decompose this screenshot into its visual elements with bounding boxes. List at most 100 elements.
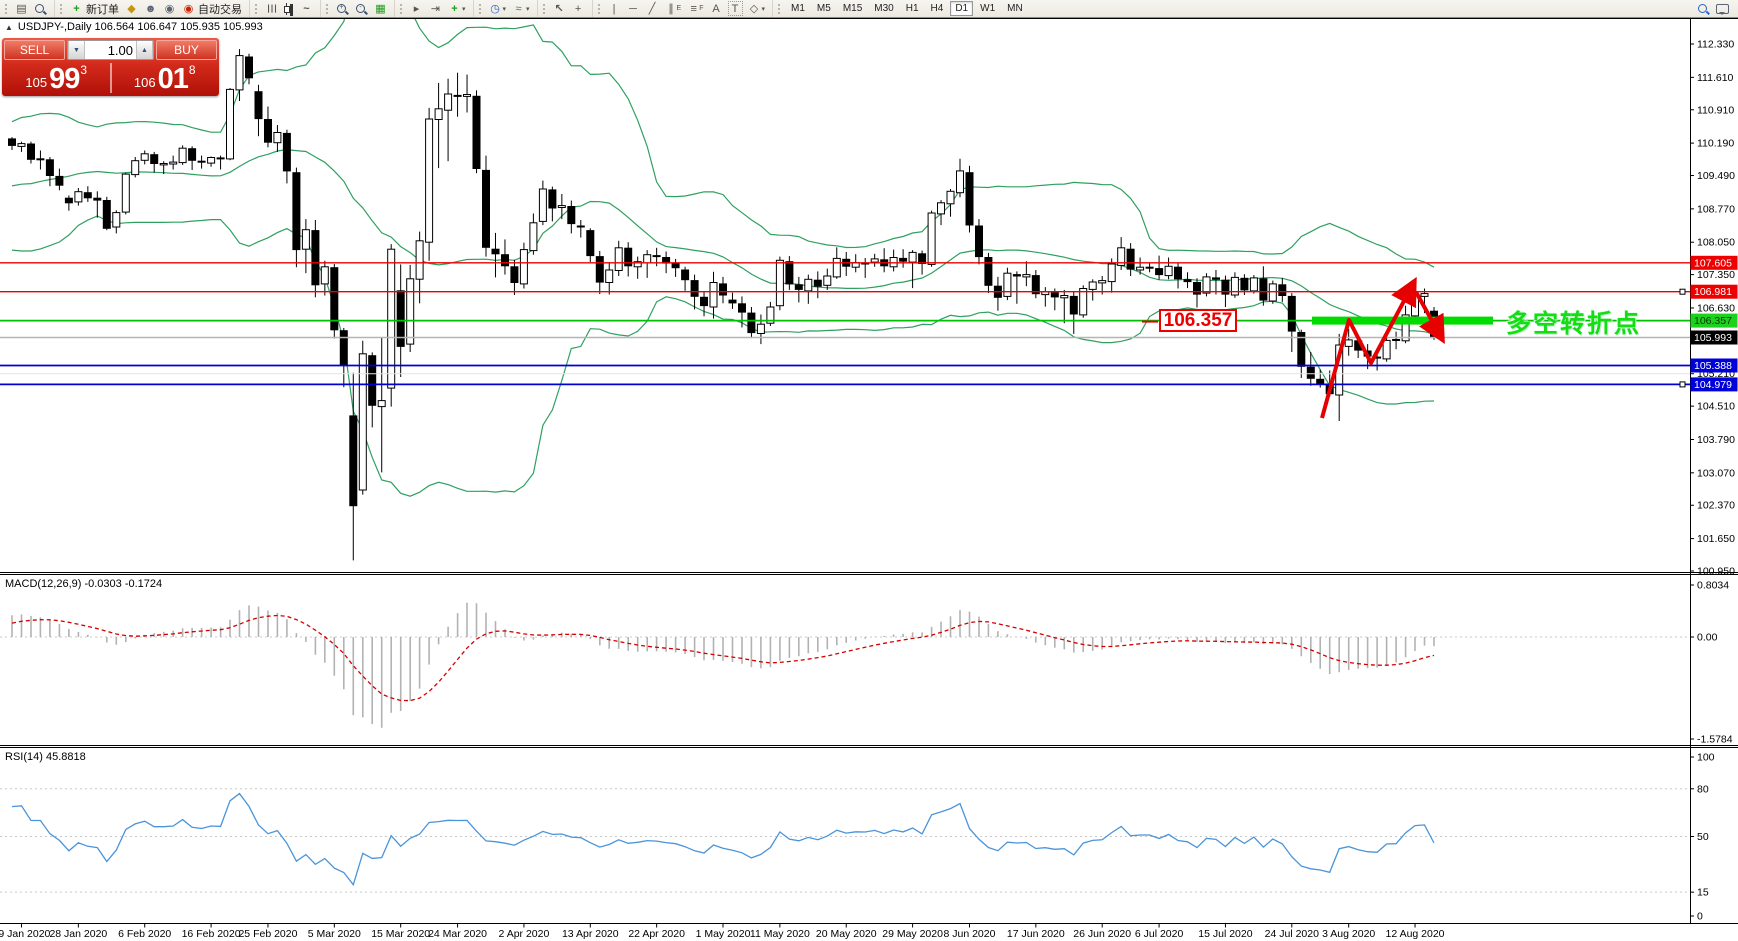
candle [947,191,954,204]
timeframe-h1[interactable]: H1 [901,1,924,16]
fibonacci-icon[interactable]: ≡F [685,1,705,16]
zoom-out-icon[interactable]: - [353,1,370,16]
data-window-icon[interactable] [32,1,49,16]
candle [1307,367,1314,378]
candle [132,161,139,175]
candle [378,401,385,407]
candle [283,133,290,171]
timeframe-h4[interactable]: H4 [926,1,949,16]
tile-windows-icon[interactable]: ▦ [372,1,389,16]
styler-icon[interactable]: ◆ [123,1,140,16]
pivot-green-bar[interactable] [1312,317,1493,325]
bar-chart-icon[interactable]: ☰ [263,1,280,16]
chart-list-icon[interactable]: ▤ [13,1,30,16]
date-label: 6 Jul 2020 [1135,928,1184,940]
rsi-tick-label: 80 [1697,783,1709,795]
alerts-icon[interactable]: ◉ [161,1,178,16]
volume-input[interactable] [85,41,136,59]
channel-icon[interactable]: ∥E [663,1,684,16]
timeframe-m30[interactable]: M30 [869,1,898,16]
candle [672,264,679,268]
label-icon[interactable]: T [727,1,744,16]
indicators-icon[interactable]: ≈▾ [510,1,532,16]
candle [236,56,243,90]
price-tick-label: 108.050 [1697,237,1735,249]
auto-scroll-icon[interactable]: ▸ [408,1,425,16]
cursor-icon[interactable]: ↖ [551,1,568,16]
shapes-icon[interactable]: ◇▾ [746,1,768,16]
candle-glyph [284,3,294,15]
trendline-icon[interactable]: ╱ [644,1,661,16]
zoom-in-icon[interactable]: + [334,1,351,16]
rsi-tick-label: 100 [1697,752,1715,764]
line-selection-handle[interactable] [1680,382,1685,387]
symbol-header: ▲ USDJPY-,Daily 106.564 106.647 105.935 … [5,21,263,33]
chevron-down-icon: ▾ [462,5,466,13]
search-icon [1698,4,1707,13]
price-tick-label: 111.610 [1697,72,1734,84]
autotrading-button[interactable]: ◉自动交易 [180,1,244,16]
chart-shift-icon[interactable]: ⇥ [427,1,444,16]
date-label: 24 Mar 2020 [428,928,487,940]
crosshair-icon[interactable]: + [570,1,587,16]
candle [369,356,376,406]
bollinger-lower-band [12,216,1434,496]
buy-price[interactable]: 106 01 8 [113,61,218,94]
toolbar-group-scroll: ▸⇥+▾ [394,0,473,17]
new-chart-icon[interactable]: +▾ [446,1,468,16]
price-tick-label: 108.770 [1697,203,1735,215]
vertical-line-icon[interactable]: | [606,1,623,16]
timeframe-d1[interactable]: D1 [950,1,973,16]
candlestick-chart-icon[interactable] [282,1,296,16]
price-tick-label: 107.350 [1697,269,1735,281]
chat-icon[interactable] [1714,1,1731,16]
bubble-glyph [1716,4,1729,14]
timeframe-w1[interactable]: W1 [975,1,1000,16]
chevron-down-icon: ▾ [526,5,530,13]
text-icon[interactable]: A [708,1,725,16]
candle [1383,340,1390,359]
text-icon: A [710,2,723,15]
profiles-icon[interactable]: ☻ [142,1,159,16]
sell-price[interactable]: 105 99 3 [4,61,109,94]
candle [1089,282,1096,289]
candle [1175,267,1182,279]
timeframe-m15[interactable]: M15 [838,1,867,16]
date-label: 24 Jul 2020 [1265,928,1319,940]
chart-canvas[interactable]: 112.330111.610110.910110.190109.490108.7… [0,18,1738,941]
toolbar-group-timeframes: M1M5M15M30H1H4D1W1MN [772,0,1033,17]
collapse-panel-icon[interactable]: ▲ [5,23,13,32]
candle [113,213,120,227]
price-annotation-box[interactable]: 106.357 [1159,309,1237,332]
line-selection-handle[interactable] [1680,289,1685,294]
candle [1013,275,1020,276]
symbol-ohlc-text: USDJPY-,Daily 106.564 106.647 105.935 10… [18,21,263,33]
price-line-label: 105.388 [1694,360,1732,372]
sell-button[interactable]: SELL [4,40,65,60]
pivot-note-text[interactable]: 多空转折点 [1506,304,1641,340]
search-icon[interactable] [1695,1,1712,16]
candle [28,144,35,159]
candle [786,262,793,284]
candle [558,206,565,208]
timeframe-mn[interactable]: MN [1002,1,1028,16]
price-tick-label: 102.370 [1697,500,1735,512]
periods-icon[interactable]: ◷▾ [487,1,509,16]
buy-button[interactable]: BUY [156,40,217,60]
date-label: 17 Jun 2020 [1007,928,1065,940]
horizontal-line-icon[interactable]: ─ [625,1,642,16]
data-window-icon [35,4,44,13]
price-line-label: 106.357 [1694,315,1732,327]
date-label: 26 Jun 2020 [1073,928,1131,940]
candle [151,155,158,164]
volume-down-button[interactable]: ▼ [68,41,85,59]
price-tick-label: 112.330 [1697,39,1734,51]
timeframe-m5[interactable]: M5 [812,1,836,16]
line-chart-icon[interactable]: ~ [298,1,315,16]
timeframe-m1[interactable]: M1 [786,1,810,16]
volume-up-button[interactable]: ▲ [136,41,153,59]
new-order-button[interactable]: +新订单 [68,1,121,16]
candle [1213,278,1220,279]
price-tick-label: 109.490 [1697,170,1735,182]
candle [293,173,300,250]
